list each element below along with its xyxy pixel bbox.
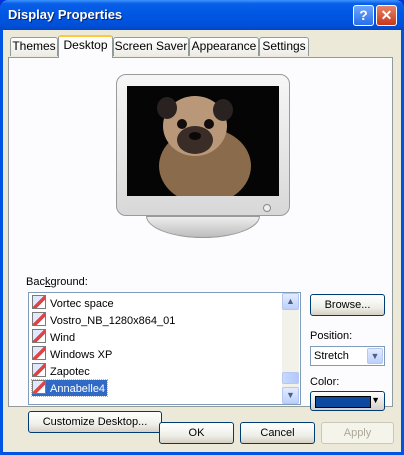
- window-title: Display Properties: [8, 7, 123, 22]
- scroll-down-button[interactable]: ▼: [282, 387, 299, 404]
- cancel-button[interactable]: Cancel: [240, 422, 315, 444]
- monitor-stand: [146, 216, 260, 238]
- picture-icon: [32, 329, 46, 343]
- ok-button[interactable]: OK: [159, 422, 234, 444]
- picture-icon: [32, 380, 46, 394]
- scroll-up-button[interactable]: ▲: [282, 293, 299, 310]
- scroll-thumb[interactable]: [282, 372, 299, 384]
- monitor-preview: [116, 74, 290, 216]
- desktop-tab-panel: Background: Vortec space Vostro_NB_1280x…: [8, 57, 393, 433]
- position-value: Stretch: [314, 350, 349, 362]
- color-label: Color:: [310, 376, 340, 388]
- list-item[interactable]: Windows XP: [32, 346, 114, 362]
- background-list-scrollbar[interactable]: ▲ ▼: [282, 293, 299, 404]
- background-label-prefix: Bac: [26, 276, 45, 288]
- chevron-down-icon[interactable]: ▼: [367, 348, 383, 364]
- tab-desktop[interactable]: Desktop: [58, 35, 113, 58]
- browse-button[interactable]: Browse...: [310, 294, 385, 316]
- background-list[interactable]: Vortec space Vostro_NB_1280x864_01 Wind …: [28, 292, 301, 405]
- monitor-power-button: [263, 204, 271, 212]
- help-button[interactable]: ?: [353, 5, 374, 26]
- picture-icon: [32, 312, 46, 326]
- tab-screen-saver[interactable]: Screen Saver: [113, 37, 189, 56]
- close-button[interactable]: ✕: [376, 5, 397, 26]
- list-item[interactable]: Vortec space: [32, 295, 116, 311]
- position-label: Position:: [310, 330, 353, 342]
- chevron-down-icon: ▼: [371, 395, 380, 405]
- list-item[interactable]: Zapotec: [32, 363, 92, 379]
- tab-themes[interactable]: Themes: [10, 37, 58, 56]
- list-item-label: Wind: [50, 332, 76, 344]
- list-item-label: Vortec space: [50, 298, 114, 310]
- customize-desktop-button[interactable]: Customize Desktop...: [28, 411, 162, 433]
- picture-icon: [32, 363, 46, 377]
- desktop-preview-screen: [127, 86, 279, 196]
- color-swatch: [315, 396, 371, 408]
- position-dropdown[interactable]: Stretch ▼: [310, 346, 385, 366]
- list-item[interactable]: Vostro_NB_1280x864_01: [32, 312, 177, 328]
- background-label: Background:: [26, 276, 88, 288]
- list-item[interactable]: Wind: [32, 329, 77, 345]
- picture-icon: [32, 295, 46, 309]
- apply-button: Apply: [321, 422, 394, 444]
- tab-settings[interactable]: Settings: [259, 37, 309, 56]
- list-item-selected[interactable]: Annabelle4: [30, 379, 109, 397]
- pug-wallpaper-image: [127, 86, 279, 196]
- list-item-label: Zapotec: [50, 366, 90, 378]
- list-item-label: Annabelle4: [50, 383, 106, 395]
- list-item-label: Windows XP: [50, 349, 113, 361]
- title-bar[interactable]: Display Properties ? ✕: [0, 0, 404, 30]
- color-picker-button[interactable]: ▼: [310, 391, 385, 411]
- tab-appearance[interactable]: Appearance: [189, 37, 259, 56]
- background-label-suffix: ground:: [50, 276, 88, 288]
- dialog-client-area: Themes Desktop Screen Saver Appearance S…: [3, 30, 401, 452]
- display-properties-window: Display Properties ? ✕ Themes Desktop Sc…: [0, 0, 404, 455]
- picture-icon: [32, 346, 46, 360]
- list-item-label: Vostro_NB_1280x864_01: [50, 315, 176, 327]
